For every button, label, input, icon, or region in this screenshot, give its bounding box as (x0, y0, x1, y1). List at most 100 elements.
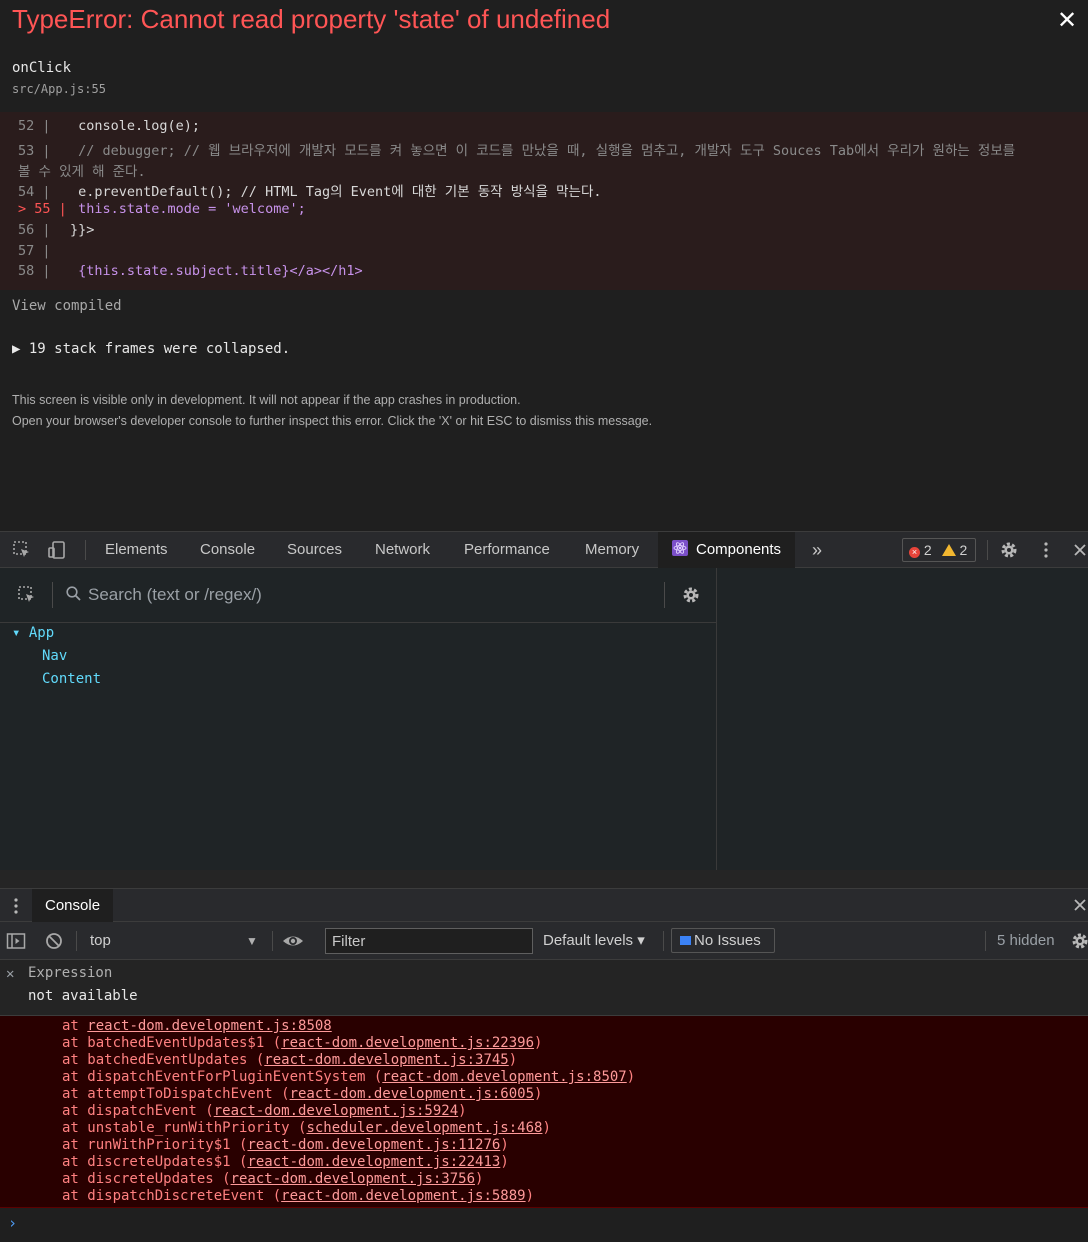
code-line: 54 | e.preventDefault(); // HTML Tag의 Ev… (0, 180, 602, 200)
stack-frame: at batchedEventUpdates$1 (react-dom.deve… (62, 1035, 542, 1051)
stack-frame: at discreteUpdates (react-dom.developmen… (62, 1171, 483, 1187)
frame-function: at dispatchEvent ( (62, 1103, 214, 1119)
frame-tail: ) (534, 1035, 543, 1051)
kebab-menu-icon[interactable] (1036, 540, 1056, 560)
close-devtools-icon[interactable] (1070, 540, 1088, 560)
toolbar-divider (663, 931, 664, 951)
line-number: 56 | (18, 222, 51, 238)
collapsed-frames-toggle[interactable]: ▶ 19 stack frames were collapsed. (12, 341, 290, 357)
error-title: TypeError: Cannot read property 'state' … (12, 4, 611, 34)
more-tabs-icon[interactable]: » (812, 532, 822, 568)
frame-source-link[interactable]: react-dom.development.js:3756 (231, 1171, 475, 1187)
tree-node-content[interactable]: Content (42, 671, 101, 687)
code-text: {this.state.subject.title}</a></h1> (70, 263, 363, 279)
dev-note-line-1: This screen is visible only in developme… (12, 393, 521, 407)
frame-source-link[interactable]: react-dom.development.js:5924 (214, 1103, 458, 1119)
dropdown-arrow-icon: ▼ (246, 934, 258, 948)
line-number: 53 | (18, 143, 51, 159)
toolbar-divider (987, 540, 988, 560)
frame-source-link[interactable]: react-dom.development.js:22413 (247, 1154, 500, 1170)
remove-expression-icon[interactable]: ✕ (6, 966, 14, 982)
tree-node-nav[interactable]: Nav (42, 648, 67, 664)
console-prompt[interactable]: › (0, 1208, 1088, 1242)
frame-function: at dispatchDiscreteEvent ( (62, 1188, 282, 1204)
frame-source-link[interactable]: react-dom.development.js:11276 (247, 1137, 500, 1153)
frame-function: at batchedEventUpdates$1 ( (62, 1035, 282, 1051)
tab-network[interactable]: Network (375, 532, 430, 568)
component-search-bar (0, 568, 717, 623)
inspect-element-icon[interactable] (12, 540, 32, 560)
close-icon[interactable]: ✕ (1054, 8, 1080, 34)
tab-console[interactable]: Console (200, 532, 255, 568)
line-number: 58 | (18, 263, 51, 279)
toolbar-divider (985, 931, 986, 951)
code-line: 53 | // debugger; // 웹 브라우저에 개발자 모드를 켜 놓… (0, 139, 1015, 159)
drawer-splitter[interactable] (0, 870, 1088, 888)
issues-counter[interactable]: × 2 2 (902, 538, 976, 562)
stack-frame: at dispatchEventForPluginEventSystem (re… (62, 1069, 635, 1085)
error-count: 2 (923, 542, 932, 558)
toolbar-divider (85, 540, 86, 560)
log-levels-dropdown[interactable]: Default levels ▾ (543, 928, 645, 954)
frame-tail: ) (534, 1086, 543, 1102)
component-settings-gear-icon[interactable] (681, 585, 701, 605)
context-selector[interactable]: top ▼ (80, 928, 266, 954)
search-divider (52, 582, 53, 608)
stack-frame: at attemptToDispatchEvent (react-dom.dev… (62, 1086, 542, 1102)
tab-sources[interactable]: Sources (287, 532, 342, 568)
prompt-caret-icon: › (8, 1214, 18, 1232)
stack-frame: at discreteUpdates$1 (react-dom.developm… (62, 1154, 509, 1170)
tab-performance[interactable]: Performance (464, 532, 550, 568)
select-component-icon[interactable] (17, 585, 37, 605)
live-expression: ✕ Expression not available (0, 960, 1088, 1016)
console-settings-gear-icon[interactable] (1070, 931, 1088, 951)
frame-tail: ) (500, 1137, 509, 1153)
drawer-tab-console[interactable]: Console (32, 889, 114, 922)
frame-tail: ) (542, 1120, 551, 1136)
stack-frame: at batchedEventUpdates (react-dom.develo… (62, 1052, 517, 1068)
line-number: 54 | (18, 184, 51, 200)
console-filter-input[interactable] (325, 928, 533, 954)
device-toolbar-icon[interactable] (47, 540, 67, 560)
frame-source-link[interactable]: react-dom.development.js:6005 (290, 1086, 534, 1102)
view-compiled-link[interactable]: View compiled (12, 298, 122, 314)
error-stack-trace: at react-dom.development.js:8508 at batc… (0, 1016, 1088, 1208)
frame-source-link[interactable]: react-dom.development.js:5889 (281, 1188, 525, 1204)
error-file-location[interactable]: src/App.js:55 (12, 82, 106, 96)
frame-tail: ) (626, 1069, 636, 1085)
show-sidebar-icon[interactable] (6, 931, 26, 951)
component-search-input[interactable] (88, 582, 648, 608)
frame-source-link[interactable]: react-dom.development.js:8508 (87, 1018, 331, 1034)
tab-components[interactable]: Components (658, 532, 796, 568)
stack-frame: at react-dom.development.js:8508 (62, 1018, 332, 1034)
live-expression-eye-icon[interactable] (282, 931, 303, 951)
components-panel: ▾ App Nav Content (0, 568, 1088, 870)
dev-note-line-2: Open your browser's developer console to… (12, 414, 653, 428)
frame-function: at attemptToDispatchEvent ( (62, 1086, 290, 1102)
tree-node-app[interactable]: ▾ App (12, 625, 54, 641)
frame-source-link[interactable]: react-dom.development.js:3745 (264, 1052, 508, 1068)
code-line: 52 | console.log(e); (0, 118, 200, 134)
issues-button[interactable]: No Issues (671, 928, 775, 953)
drawer-menu-icon[interactable] (6, 896, 26, 916)
tab-memory[interactable]: Memory (585, 532, 639, 568)
frame-function: at unstable_runWithPriority ( (62, 1120, 307, 1136)
context-value: top (90, 932, 111, 949)
line-number: 57 | (18, 243, 51, 259)
frame-function: at runWithPriority$1 ( (62, 1137, 248, 1153)
stack-frame: at runWithPriority$1 (react-dom.developm… (62, 1137, 509, 1153)
frame-source-link[interactable]: react-dom.development.js:8507 (382, 1069, 626, 1085)
tab-elements[interactable]: Elements (105, 532, 168, 568)
clear-console-icon[interactable] (44, 931, 64, 951)
frame-source-link[interactable]: react-dom.development.js:22396 (281, 1035, 534, 1051)
code-text: }}> (70, 222, 95, 238)
expression-label[interactable]: Expression (28, 965, 112, 981)
settings-gear-icon[interactable] (999, 540, 1019, 560)
component-tree-pane: ▾ App Nav Content (0, 568, 717, 870)
toolbar-divider (272, 931, 273, 951)
expression-value: not available (28, 988, 138, 1004)
hidden-messages-count: 5 hidden (997, 932, 1055, 949)
frame-function: at discreteUpdates$1 ( (62, 1154, 248, 1170)
close-drawer-icon[interactable] (1070, 895, 1088, 915)
frame-source-link[interactable]: scheduler.development.js:468 (306, 1120, 542, 1136)
